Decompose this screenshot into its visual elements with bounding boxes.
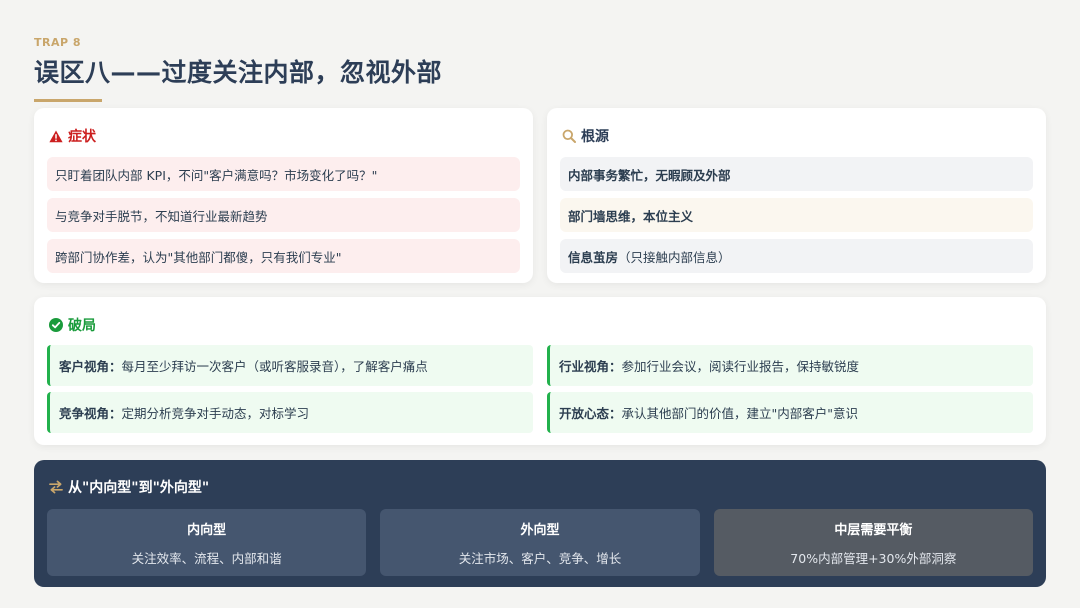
transform-heading-label: 从"内向型"到"外向型"	[68, 480, 210, 496]
symptom-item: 与竞争对手脱节，不知道行业最新趋势	[47, 198, 520, 232]
breakout-item-text: 定期分析竞争对手动态，对标学习	[121, 406, 310, 421]
box-title: 外向型	[520, 522, 560, 538]
box-description: 关注效率、流程、内部和谐	[131, 550, 282, 566]
title-underline	[34, 99, 102, 102]
breakout-item-label: 竞争视角：	[59, 406, 122, 421]
breakout-item-label: 行业视角：	[559, 359, 622, 374]
root-cause-item: 部门墙思维，本位主义	[560, 198, 1033, 232]
trap-tag: TRAP 8	[34, 36, 82, 49]
box-title: 中层需要平衡	[834, 522, 913, 538]
root-cause-text: 信息茧房	[568, 249, 619, 265]
outward-type-box: 外向型 关注市场、客户、竞争、增长	[380, 509, 700, 576]
root-cause-note: （只接触内部信息）	[618, 249, 731, 265]
breakout-heading-label: 破局	[68, 318, 96, 334]
breakout-heading: 破局	[49, 315, 1033, 335]
root-cause-item: 信息茧房 （只接触内部信息）	[560, 239, 1033, 273]
breakout-item-label: 开放心态：	[559, 406, 622, 421]
root-cause-text: 内部事务繁忙，无暇顾及外部	[568, 167, 731, 183]
page-header: TRAP 8 误区八——过度关注内部，忽视外部	[34, 36, 442, 102]
breakout-item-text: 承认其他部门的价值，建立"内部客户"意识	[621, 406, 859, 421]
symptom-card: 症状 只盯着团队内部 KPI，不问"客户满意吗？市场变化了吗？" 与竞争对手脱节…	[34, 108, 533, 283]
root-cause-item: 内部事务繁忙，无暇顾及外部	[560, 157, 1033, 191]
box-description: 70%内部管理+30%外部洞察	[790, 550, 957, 566]
breakout-item-text: 参加行业会议，阅读行业报告，保持敏锐度	[621, 359, 860, 374]
warning-icon	[49, 129, 63, 143]
breakout-item-text: 每月至少拜访一次客户（或听客服录音），了解客户痛点	[121, 359, 428, 374]
symptom-heading: 症状	[49, 126, 520, 146]
symptom-item: 只盯着团队内部 KPI，不问"客户满意吗？市场变化了吗？"	[47, 157, 520, 191]
search-icon	[562, 129, 576, 143]
balance-box: 中层需要平衡 70%内部管理+30%外部洞察	[713, 509, 1033, 576]
transform-card: 从"内向型"到"外向型" 内向型 关注效率、流程、内部和谐 外向型 关注市场、客…	[34, 460, 1046, 587]
swap-arrows-icon	[49, 480, 63, 494]
root-cause-heading: 根源	[562, 126, 1033, 146]
breakout-item-customer: 客户视角： 每月至少拜访一次客户（或听客服录音），了解客户痛点	[47, 345, 533, 386]
breakout-item-industry: 行业视角： 参加行业会议，阅读行业报告，保持敏锐度	[547, 345, 1033, 386]
box-description: 关注市场、客户、竞争、增长	[458, 550, 622, 566]
root-cause-text: 部门墙思维，本位主义	[568, 208, 694, 224]
inward-type-box: 内向型 关注效率、流程、内部和谐	[47, 509, 367, 576]
root-cause-card: 根源 内部事务繁忙，无暇顾及外部 部门墙思维，本位主义 信息茧房 （只接触内部信息…	[547, 108, 1046, 283]
root-cause-heading-label: 根源	[581, 129, 609, 145]
transform-heading: 从"内向型"到"外向型"	[49, 477, 1033, 497]
symptom-item: 跨部门协作差，认为"其他部门都傻，只有我们专业"	[47, 239, 520, 273]
breakout-item-competition: 竞争视角： 定期分析竞争对手动态，对标学习	[47, 392, 533, 433]
breakout-item-openness: 开放心态： 承认其他部门的价值，建立"内部客户"意识	[547, 392, 1033, 433]
check-circle-icon	[49, 318, 63, 332]
box-title: 内向型	[187, 522, 227, 538]
page-title: 误区八——过度关注内部，忽视外部	[34, 58, 443, 87]
symptom-heading-label: 症状	[68, 129, 96, 145]
breakout-card: 破局 客户视角： 每月至少拜访一次客户（或听客服录音），了解客户痛点 行业视角：参…	[34, 297, 1046, 445]
breakout-item-label: 客户视角：	[59, 359, 122, 374]
